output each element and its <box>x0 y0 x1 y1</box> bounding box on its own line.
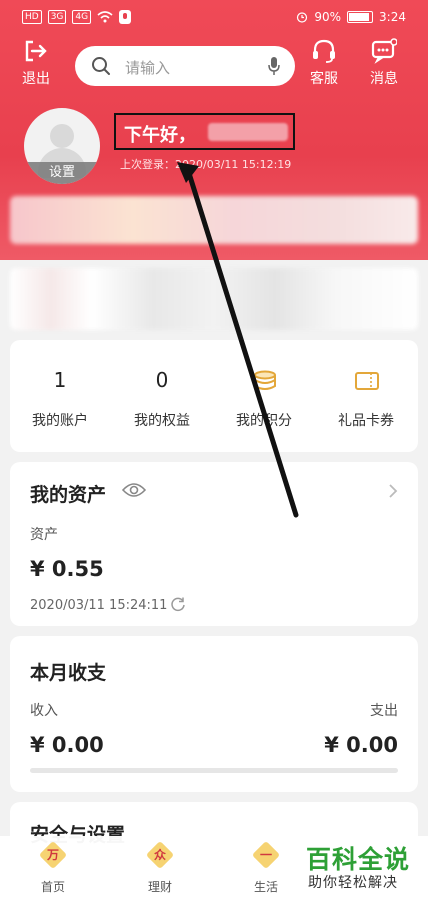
assets-timestamp: 2020/03/11 15:24:11 <box>30 598 168 613</box>
tab-label: 生活 <box>253 880 278 894</box>
stat-my-rights[interactable]: 0 我的权益 <box>112 340 212 452</box>
signal-3g-indicator: 3G <box>47 10 67 24</box>
income-amount: ¥ 0.00 <box>30 733 104 757</box>
messages-button[interactable]: 消息 <box>370 38 398 88</box>
coins-icon <box>254 370 276 390</box>
life-tab-icon: 一 <box>251 840 281 870</box>
stat-label: 礼品卡券 <box>338 413 394 429</box>
headset-icon <box>313 39 335 63</box>
stat-label: 我的账户 <box>32 413 88 429</box>
stat-label: 我的权益 <box>134 413 190 429</box>
watermark-title: 百科全说 <box>306 845 411 874</box>
my-assets-card[interactable]: 我的资产 资产 ¥ 0.55 2020/03/11 15:24:11 <box>10 462 418 626</box>
tab-label: 首页 <box>40 880 65 894</box>
quick-stats-card: 1 我的账户 0 我的权益 我的积分 礼品卡券 <box>10 340 418 452</box>
search-icon <box>92 57 110 75</box>
expense-label: 支出 <box>370 703 398 719</box>
avatar-head-shape <box>50 124 74 148</box>
monthly-balance-card[interactable]: 本月收支 收入 支出 ¥ 0.00 ¥ 0.00 <box>10 636 418 792</box>
home-tab-icon: 万 <box>38 840 68 870</box>
income-label: 收入 <box>30 703 58 719</box>
last-login-text: 上次登录：2020/03/11 15:12:19 <box>120 158 292 171</box>
tab-label: 理财 <box>147 880 172 894</box>
battery-percent: 90% <box>314 10 342 24</box>
message-icon <box>371 38 397 64</box>
avatar[interactable]: 设置 <box>24 108 100 184</box>
chevron-right-icon[interactable] <box>388 484 398 498</box>
stat-value: 0 <box>155 368 169 392</box>
tab-wealth[interactable]: 众 理财 <box>120 840 200 895</box>
expense-amount: ¥ 0.00 <box>324 733 398 757</box>
stat-my-points[interactable]: 我的积分 <box>214 340 314 452</box>
logout-label: 退出 <box>22 71 50 87</box>
top-bar: 退出 请输入 客服 消息 <box>0 38 428 90</box>
stat-value: 1 <box>53 368 67 392</box>
wealth-tab-icon: 众 <box>145 840 175 870</box>
clock-time: 3:24 <box>379 10 406 24</box>
messages-label: 消息 <box>370 71 398 87</box>
logout-button[interactable]: 退出 <box>22 38 50 88</box>
customer-service-label: 客服 <box>310 71 338 87</box>
username-redacted <box>208 123 288 141</box>
wifi-icon <box>97 11 113 23</box>
battery-icon <box>347 11 374 23</box>
status-bar: HD 3G 4G 90% 3:24 <box>0 0 428 36</box>
battery-fill <box>349 13 370 21</box>
assets-label: 资产 <box>30 527 58 543</box>
stat-label: 我的积分 <box>236 413 292 429</box>
greeting-text: 下午好， <box>124 125 196 146</box>
stat-my-account[interactable]: 1 我的账户 <box>10 340 110 452</box>
assets-amount: ¥ 0.55 <box>30 557 104 581</box>
watermark: 百科全说 助你轻松解决 <box>296 836 428 899</box>
tab-home[interactable]: 万 首页 <box>13 840 93 895</box>
search-placeholder: 请输入 <box>125 59 171 77</box>
ticket-icon <box>355 372 379 390</box>
signal-4g-indicator: 4G <box>72 10 92 24</box>
redacted-banner <box>10 196 418 244</box>
greeting-highlight-box: 下午好， <box>114 113 295 150</box>
tab-life[interactable]: 一 生活 <box>226 840 306 895</box>
eye-icon[interactable] <box>122 482 146 498</box>
hd-indicator: HD <box>22 10 42 24</box>
balance-progress-bar <box>30 768 398 773</box>
search-input[interactable]: 请输入 <box>75 46 295 86</box>
refresh-icon[interactable] <box>170 596 186 612</box>
month-title: 本月收支 <box>30 662 107 684</box>
customer-service-button[interactable]: 客服 <box>310 38 338 88</box>
logout-icon <box>25 40 47 62</box>
alarm-icon <box>297 12 308 23</box>
stat-gift-cards[interactable]: 礼品卡券 <box>316 340 416 452</box>
avatar-settings-label[interactable]: 设置 <box>24 162 100 184</box>
watermark-subtitle: 助你轻松解决 <box>308 875 398 891</box>
redacted-panel <box>10 268 418 330</box>
recording-mic-icon <box>119 10 132 24</box>
voice-input-icon[interactable] <box>267 56 281 76</box>
assets-title: 我的资产 <box>30 484 107 506</box>
